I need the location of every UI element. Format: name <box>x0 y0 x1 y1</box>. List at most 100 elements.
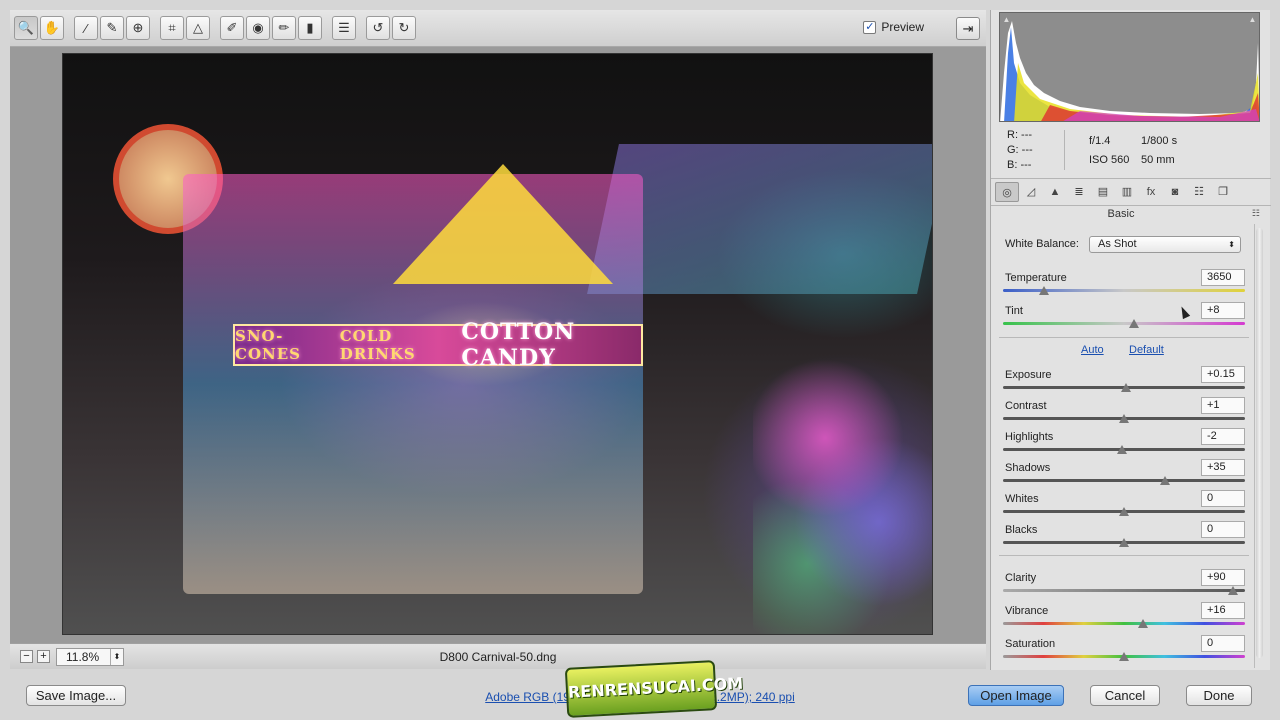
contrast-label: Contrast <box>1005 400 1047 412</box>
auto-link[interactable]: Auto <box>1081 344 1104 356</box>
temperature-slider[interactable]: Temperature 3650 <box>1003 269 1245 302</box>
iso-value: ISO 560 <box>1089 154 1130 166</box>
tab-lens-corrections[interactable]: ▥ <box>1115 182 1139 202</box>
cancel-button[interactable]: Cancel <box>1090 685 1160 706</box>
contrast-thumb[interactable] <box>1119 414 1129 423</box>
crop-tool-icon[interactable]: ⌗ <box>160 16 184 40</box>
vibrance-value[interactable]: +16 <box>1201 602 1245 619</box>
white-balance-tool-icon[interactable]: ⁄ <box>74 16 98 40</box>
whites-label: Whites <box>1005 493 1039 505</box>
photo-stand-roof <box>393 164 613 284</box>
histogram-graph <box>1000 21 1259 121</box>
toolbar: 🔍 ✋ ⁄ ✎ ⊕ ⌗ △ ✐ ◉ ✏ ▮ ☰ ↺ ↻ ✓ Preview ⇥ <box>10 10 986 47</box>
green-readout: G: --- <box>1007 144 1033 156</box>
temperature-label: Temperature <box>1005 272 1067 284</box>
tab-detail[interactable]: ▲ <box>1043 182 1067 202</box>
tab-presets[interactable]: ☷ <box>1187 182 1211 202</box>
blacks-slider[interactable]: Blacks 0 <box>1003 521 1245 554</box>
highlights-slider[interactable]: Highlights -2 <box>1003 428 1245 461</box>
tint-value[interactable]: +8 <box>1201 302 1245 319</box>
shadows-thumb[interactable] <box>1160 476 1171 485</box>
done-button[interactable]: Done <box>1186 685 1252 706</box>
photo-signboard: SNO-CONES COLD DRINKS COTTON CANDY <box>233 319 643 371</box>
rgb-readout: R: --- G: --- B: --- <box>1007 128 1033 173</box>
tint-track[interactable] <box>1003 322 1245 325</box>
temperature-value[interactable]: 3650 <box>1201 269 1245 286</box>
panel-scroll-thumb[interactable] <box>1256 228 1263 658</box>
aperture-value: f/1.4 <box>1089 135 1111 147</box>
tab-basic[interactable]: ◎ <box>995 182 1019 202</box>
tab-hsl[interactable]: ≣ <box>1067 182 1091 202</box>
saturation-slider[interactable]: Saturation 0 <box>1003 635 1245 668</box>
red-eye-tool-icon[interactable]: ◉ <box>246 16 270 40</box>
status-bar: − + 11.8% ⬍ D800 Carnival-50.dng <box>10 643 986 669</box>
preview-checkbox[interactable]: ✓ <box>863 20 877 34</box>
photo-balloons <box>753 354 932 634</box>
vibrance-track[interactable] <box>1003 622 1245 625</box>
graduated-filter-tool-icon[interactable]: ▮ <box>298 16 322 40</box>
preferences-tool-icon[interactable]: ☰ <box>332 16 356 40</box>
default-link[interactable]: Default <box>1129 344 1164 356</box>
white-balance-select[interactable]: As Shot ⬍ <box>1089 236 1241 253</box>
highlight-clipping-warning-icon[interactable]: ▲ <box>1247 14 1258 25</box>
tab-camera-calibration[interactable]: ◙ <box>1163 182 1187 202</box>
exposure-thumb[interactable] <box>1121 383 1132 392</box>
shadows-value[interactable]: +35 <box>1201 459 1245 476</box>
straighten-tool-icon[interactable]: △ <box>186 16 210 40</box>
fullscreen-toggle-icon[interactable]: ⇥ <box>956 17 980 40</box>
open-image-button[interactable]: Open Image <box>968 685 1064 706</box>
exposure-slider[interactable]: Exposure +0.15 <box>1003 366 1245 399</box>
whites-value[interactable]: 0 <box>1201 490 1245 507</box>
tab-snapshots[interactable]: ❐ <box>1211 182 1235 202</box>
shadows-track[interactable] <box>1003 479 1245 482</box>
exposure-label: Exposure <box>1005 369 1052 381</box>
clarity-slider[interactable]: Clarity +90 <box>1003 569 1245 602</box>
saturation-thumb[interactable] <box>1119 652 1129 661</box>
camera-readout: R: --- G: --- B: --- f/1.4 1/800 s ISO 56… <box>999 128 1260 174</box>
tint-thumb[interactable] <box>1128 319 1139 328</box>
panel-section-title: Basic <box>1107 208 1135 220</box>
rotate-cw-tool-icon[interactable]: ↻ <box>392 16 416 40</box>
photo-sign-cotton-candy: COTTON CANDY <box>461 319 576 371</box>
spot-removal-tool-icon[interactable]: ✐ <box>220 16 244 40</box>
tint-slider[interactable]: Tint +8 <box>1003 302 1245 335</box>
shadows-slider[interactable]: Shadows +35 <box>1003 459 1245 492</box>
clarity-value[interactable]: +90 <box>1201 569 1245 586</box>
exposure-value[interactable]: +0.15 <box>1201 366 1245 383</box>
clarity-track[interactable] <box>1003 589 1245 592</box>
vibrance-thumb[interactable] <box>1138 619 1149 628</box>
contrast-slider[interactable]: Contrast +1 <box>1003 397 1245 430</box>
whites-thumb[interactable] <box>1119 507 1129 516</box>
clarity-label: Clarity <box>1005 572 1037 584</box>
whites-slider[interactable]: Whites 0 <box>1003 490 1245 523</box>
blue-readout: B: --- <box>1007 159 1032 171</box>
preview-toggle[interactable]: ✓ Preview <box>863 20 924 34</box>
tool-group: 🔍 ✋ ⁄ ✎ ⊕ ⌗ △ ✐ ◉ ✏ ▮ ☰ ↺ ↻ <box>14 16 416 40</box>
saturation-value[interactable]: 0 <box>1201 635 1245 652</box>
adjustment-panel: ▲ ▲ R: --- G: --- B: --- f/1.4 1/800 s IS… <box>990 10 1271 670</box>
color-sampler-tool-icon[interactable]: ✎ <box>100 16 124 40</box>
shadow-clipping-warning-icon[interactable]: ▲ <box>1001 14 1012 25</box>
panel-menu-icon[interactable]: ☷ <box>1252 208 1260 219</box>
clarity-thumb[interactable] <box>1227 586 1238 595</box>
tab-tone-curve[interactable]: ◿ <box>1019 182 1043 202</box>
hand-tool-icon[interactable]: ✋ <box>40 16 64 40</box>
blacks-thumb[interactable] <box>1119 538 1129 547</box>
highlights-thumb[interactable] <box>1116 445 1127 454</box>
targeted-adjustment-tool-icon[interactable]: ⊕ <box>126 16 150 40</box>
contrast-value[interactable]: +1 <box>1201 397 1245 414</box>
adjustment-brush-tool-icon[interactable]: ✏ <box>272 16 296 40</box>
blacks-value[interactable]: 0 <box>1201 521 1245 538</box>
rotate-ccw-tool-icon[interactable]: ↺ <box>366 16 390 40</box>
highlights-value[interactable]: -2 <box>1201 428 1245 445</box>
image-canvas[interactable]: SNO-CONES COLD DRINKS COTTON CANDY <box>10 47 986 643</box>
vibrance-slider[interactable]: Vibrance +16 <box>1003 602 1245 635</box>
tab-effects[interactable]: fx <box>1139 182 1163 202</box>
panel-scrollbar[interactable] <box>1254 224 1264 668</box>
zoom-tool-icon[interactable]: 🔍 <box>14 16 38 40</box>
photo-preview: SNO-CONES COLD DRINKS COTTON CANDY <box>62 53 933 635</box>
temperature-thumb[interactable] <box>1039 286 1050 295</box>
tab-split-toning[interactable]: ▤ <box>1091 182 1115 202</box>
shadows-label: Shadows <box>1005 462 1051 474</box>
photo-sign-cold-drinks: COLD DRINKS <box>339 327 416 363</box>
